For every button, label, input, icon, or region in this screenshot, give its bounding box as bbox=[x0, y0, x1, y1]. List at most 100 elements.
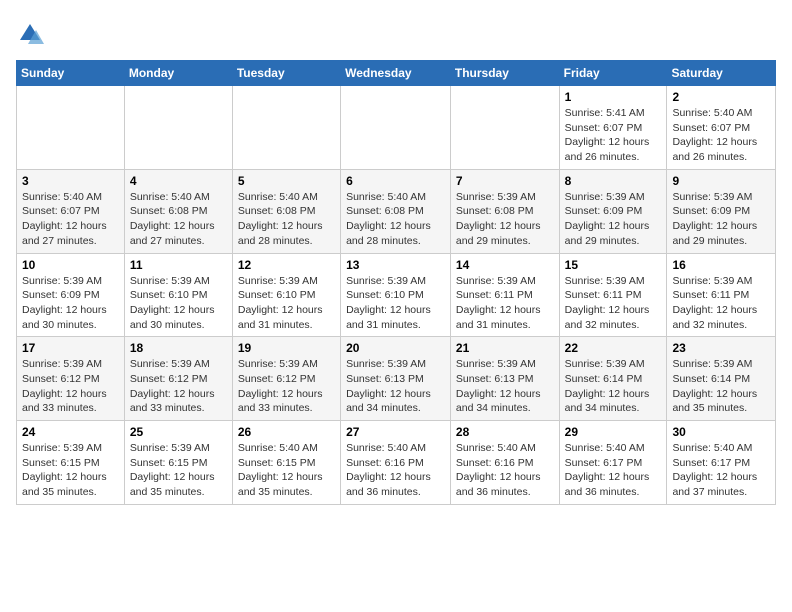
day-number: 6 bbox=[346, 174, 445, 188]
day-info: Sunrise: 5:40 AM Sunset: 6:07 PM Dayligh… bbox=[22, 190, 119, 249]
calendar-cell bbox=[341, 86, 451, 170]
day-info: Sunrise: 5:39 AM Sunset: 6:11 PM Dayligh… bbox=[672, 274, 770, 333]
calendar-cell: 3 Sunrise: 5:40 AM Sunset: 6:07 PM Daylig… bbox=[17, 169, 125, 253]
day-number: 28 bbox=[456, 425, 554, 439]
calendar-cell: 6 Sunrise: 5:40 AM Sunset: 6:08 PM Daylig… bbox=[341, 169, 451, 253]
calendar-cell: 27Sunrise: 5:40 AM Sunset: 6:16 PM Dayli… bbox=[341, 421, 451, 505]
day-number: 19 bbox=[238, 341, 335, 355]
day-number: 20 bbox=[346, 341, 445, 355]
header-monday: Monday bbox=[124, 61, 232, 86]
header-wednesday: Wednesday bbox=[341, 61, 451, 86]
calendar-week-row: 24 Sunrise: 5:39 AM Sunset: 6:15 PM Dayli… bbox=[17, 421, 776, 505]
day-info: Sunrise: 5:39 AM Sunset: 6:08 PM Dayligh… bbox=[456, 190, 554, 249]
day-info: Sunrise: 5:40 AM Sunset: 6:08 PM Dayligh… bbox=[346, 190, 445, 249]
day-info: Sunrise: 5:39 AM Sunset: 6:09 PM Dayligh… bbox=[565, 190, 662, 249]
day-number: 25 bbox=[130, 425, 227, 439]
day-number: 10 bbox=[22, 258, 119, 272]
calendar-cell: 29 Sunrise: 5:40 AM Sunset: 6:17 PM Dayli… bbox=[559, 421, 667, 505]
header-thursday: Thursday bbox=[450, 61, 559, 86]
calendar-cell: 30 Sunrise: 5:40 AM Sunset: 6:17 PM Dayli… bbox=[667, 421, 776, 505]
day-info: Sunrise: 5:39 AM Sunset: 6:10 PM Dayligh… bbox=[238, 274, 335, 333]
calendar-cell: 28Sunrise: 5:40 AM Sunset: 6:16 PM Dayli… bbox=[450, 421, 559, 505]
day-number: 13 bbox=[346, 258, 445, 272]
day-info: Sunrise: 5:39 AM Sunset: 6:10 PM Dayligh… bbox=[130, 274, 227, 333]
day-number: 3 bbox=[22, 174, 119, 188]
calendar-cell: 11 Sunrise: 5:39 AM Sunset: 6:10 PM Dayli… bbox=[124, 253, 232, 337]
header-sunday: Sunday bbox=[17, 61, 125, 86]
day-number: 1 bbox=[565, 90, 662, 104]
calendar-cell: 9 Sunrise: 5:39 AM Sunset: 6:09 PM Daylig… bbox=[667, 169, 776, 253]
day-number: 2 bbox=[672, 90, 770, 104]
day-number: 24 bbox=[22, 425, 119, 439]
calendar-header-row: SundayMondayTuesdayWednesdayThursdayFrid… bbox=[17, 61, 776, 86]
day-info: Sunrise: 5:39 AM Sunset: 6:09 PM Dayligh… bbox=[22, 274, 119, 333]
calendar-week-row: 1 Sunrise: 5:41 AM Sunset: 6:07 PM Daylig… bbox=[17, 86, 776, 170]
day-info: Sunrise: 5:41 AM Sunset: 6:07 PM Dayligh… bbox=[565, 106, 662, 165]
day-number: 7 bbox=[456, 174, 554, 188]
day-number: 14 bbox=[456, 258, 554, 272]
day-number: 22 bbox=[565, 341, 662, 355]
day-info: Sunrise: 5:40 AM Sunset: 6:15 PM Dayligh… bbox=[238, 441, 335, 500]
calendar-cell bbox=[450, 86, 559, 170]
day-info: Sunrise: 5:39 AM Sunset: 6:11 PM Dayligh… bbox=[456, 274, 554, 333]
day-info: Sunrise: 5:39 AM Sunset: 6:13 PM Dayligh… bbox=[346, 357, 445, 416]
day-info: Sunrise: 5:39 AM Sunset: 6:12 PM Dayligh… bbox=[22, 357, 119, 416]
day-info: Sunrise: 5:40 AM Sunset: 6:07 PM Dayligh… bbox=[672, 106, 770, 165]
calendar-cell: 19 Sunrise: 5:39 AM Sunset: 6:12 PM Dayli… bbox=[232, 337, 340, 421]
calendar-cell: 12Sunrise: 5:39 AM Sunset: 6:10 PM Dayli… bbox=[232, 253, 340, 337]
calendar-week-row: 3 Sunrise: 5:40 AM Sunset: 6:07 PM Daylig… bbox=[17, 169, 776, 253]
calendar-cell: 16 Sunrise: 5:39 AM Sunset: 6:11 PM Dayli… bbox=[667, 253, 776, 337]
calendar-cell: 21 Sunrise: 5:39 AM Sunset: 6:13 PM Dayli… bbox=[450, 337, 559, 421]
day-info: Sunrise: 5:39 AM Sunset: 6:10 PM Dayligh… bbox=[346, 274, 445, 333]
day-info: Sunrise: 5:39 AM Sunset: 6:13 PM Dayligh… bbox=[456, 357, 554, 416]
day-info: Sunrise: 5:39 AM Sunset: 6:09 PM Dayligh… bbox=[672, 190, 770, 249]
calendar-cell: 20 Sunrise: 5:39 AM Sunset: 6:13 PM Dayli… bbox=[341, 337, 451, 421]
calendar-table: SundayMondayTuesdayWednesdayThursdayFrid… bbox=[16, 60, 776, 505]
day-number: 30 bbox=[672, 425, 770, 439]
calendar-cell: 8 Sunrise: 5:39 AM Sunset: 6:09 PM Daylig… bbox=[559, 169, 667, 253]
calendar-cell: 24 Sunrise: 5:39 AM Sunset: 6:15 PM Dayli… bbox=[17, 421, 125, 505]
day-number: 26 bbox=[238, 425, 335, 439]
calendar-cell: 2 Sunrise: 5:40 AM Sunset: 6:07 PM Daylig… bbox=[667, 86, 776, 170]
day-number: 16 bbox=[672, 258, 770, 272]
day-info: Sunrise: 5:39 AM Sunset: 6:12 PM Dayligh… bbox=[238, 357, 335, 416]
day-info: Sunrise: 5:40 AM Sunset: 6:08 PM Dayligh… bbox=[238, 190, 335, 249]
calendar-cell bbox=[124, 86, 232, 170]
calendar-cell bbox=[17, 86, 125, 170]
day-info: Sunrise: 5:40 AM Sunset: 6:16 PM Dayligh… bbox=[346, 441, 445, 500]
logo bbox=[16, 16, 48, 48]
calendar-cell: 13 Sunrise: 5:39 AM Sunset: 6:10 PM Dayli… bbox=[341, 253, 451, 337]
day-info: Sunrise: 5:40 AM Sunset: 6:17 PM Dayligh… bbox=[672, 441, 770, 500]
day-number: 11 bbox=[130, 258, 227, 272]
day-info: Sunrise: 5:40 AM Sunset: 6:17 PM Dayligh… bbox=[565, 441, 662, 500]
day-info: Sunrise: 5:40 AM Sunset: 6:08 PM Dayligh… bbox=[130, 190, 227, 249]
calendar-cell: 26 Sunrise: 5:40 AM Sunset: 6:15 PM Dayli… bbox=[232, 421, 340, 505]
day-number: 9 bbox=[672, 174, 770, 188]
day-info: Sunrise: 5:39 AM Sunset: 6:12 PM Dayligh… bbox=[130, 357, 227, 416]
day-number: 5 bbox=[238, 174, 335, 188]
calendar-cell: 22 Sunrise: 5:39 AM Sunset: 6:14 PM Dayli… bbox=[559, 337, 667, 421]
calendar-cell: 14 Sunrise: 5:39 AM Sunset: 6:11 PM Dayli… bbox=[450, 253, 559, 337]
calendar-cell bbox=[232, 86, 340, 170]
calendar-cell: 15Sunrise: 5:39 AM Sunset: 6:11 PM Dayli… bbox=[559, 253, 667, 337]
calendar-week-row: 10 Sunrise: 5:39 AM Sunset: 6:09 PM Dayli… bbox=[17, 253, 776, 337]
calendar-cell: 5 Sunrise: 5:40 AM Sunset: 6:08 PM Daylig… bbox=[232, 169, 340, 253]
day-info: Sunrise: 5:39 AM Sunset: 6:14 PM Dayligh… bbox=[672, 357, 770, 416]
day-number: 15 bbox=[565, 258, 662, 272]
day-number: 18 bbox=[130, 341, 227, 355]
calendar-cell: 17 Sunrise: 5:39 AM Sunset: 6:12 PM Dayli… bbox=[17, 337, 125, 421]
day-number: 29 bbox=[565, 425, 662, 439]
day-number: 8 bbox=[565, 174, 662, 188]
day-info: Sunrise: 5:39 AM Sunset: 6:14 PM Dayligh… bbox=[565, 357, 662, 416]
calendar-cell: 18 Sunrise: 5:39 AM Sunset: 6:12 PM Dayli… bbox=[124, 337, 232, 421]
day-number: 4 bbox=[130, 174, 227, 188]
day-info: Sunrise: 5:39 AM Sunset: 6:15 PM Dayligh… bbox=[22, 441, 119, 500]
day-info: Sunrise: 5:39 AM Sunset: 6:15 PM Dayligh… bbox=[130, 441, 227, 500]
calendar-cell: 23Sunrise: 5:39 AM Sunset: 6:14 PM Dayli… bbox=[667, 337, 776, 421]
header-tuesday: Tuesday bbox=[232, 61, 340, 86]
logo-icon bbox=[16, 20, 44, 48]
header-saturday: Saturday bbox=[667, 61, 776, 86]
day-number: 21 bbox=[456, 341, 554, 355]
page-header bbox=[16, 16, 776, 48]
day-number: 17 bbox=[22, 341, 119, 355]
